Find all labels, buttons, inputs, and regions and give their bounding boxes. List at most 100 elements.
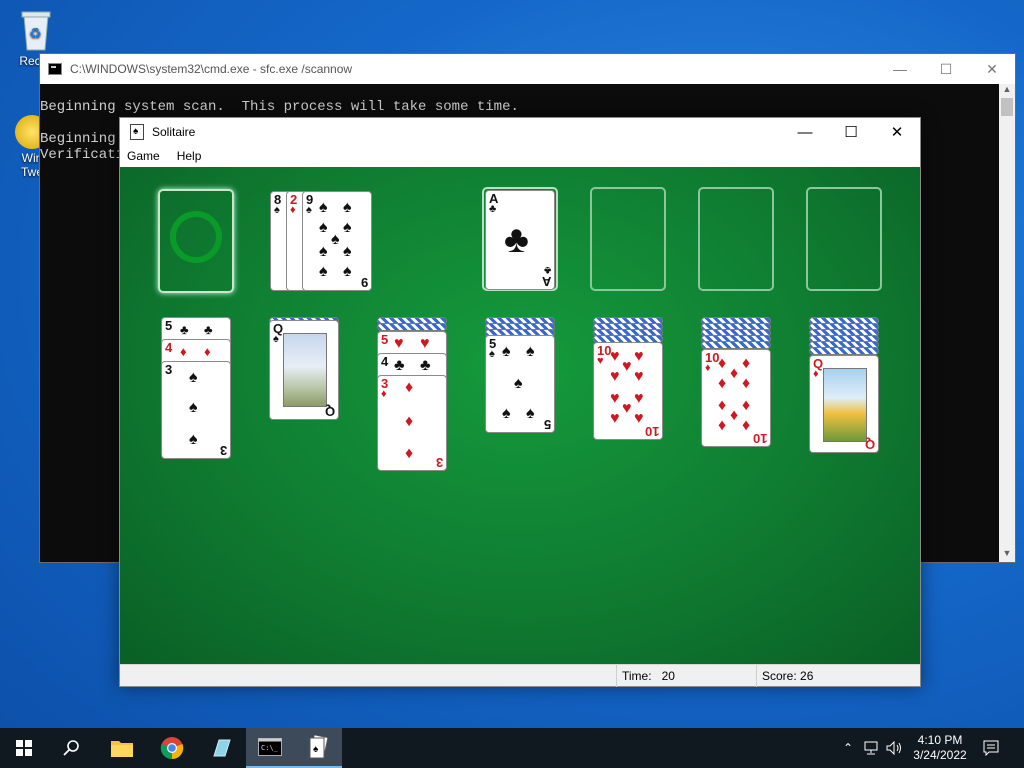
cmd-close-button[interactable]: ✕ xyxy=(969,54,1015,84)
solitaire-cards-icon: ♠ xyxy=(309,735,329,759)
card-rank: 3 xyxy=(165,362,173,377)
card-suit: ♥ xyxy=(597,355,604,367)
tableau-6-card-top[interactable]: 10 ♦ ♦ ♦ ♦ ♦ ♦ ♦ ♦ ♦ ♦ ♦ 10 xyxy=(701,349,771,447)
cmd-line: Beginning system scan. This process will… xyxy=(40,99,519,115)
speaker-icon xyxy=(886,741,901,755)
tableau-7-card-top[interactable]: Q ♦ Q xyxy=(809,355,879,453)
foundation-3[interactable] xyxy=(698,187,774,291)
card-rank-corner: Q xyxy=(324,404,335,419)
waste-card-top[interactable]: 9 ♠ ♠ ♠ ♠ ♠ ♠ ♠ ♠ ♠ ♠ 9 xyxy=(302,191,372,291)
foundation-4[interactable] xyxy=(806,187,882,291)
foundation-2[interactable] xyxy=(590,187,666,291)
game-table[interactable]: 8 ♠ 2 ♦ 9 ♠ ♠ ♠ ♠ ♠ ♠ ♠ ♠ ♠ ♠ 9 A ♣ ♣ A ♣ xyxy=(120,167,920,664)
solitaire-menu-bar: Game Help xyxy=(120,146,920,167)
score-display: Score: 26 xyxy=(756,665,920,687)
tableau-7-facedown xyxy=(809,347,879,355)
card-rank: 4 xyxy=(165,340,173,355)
taskbar: C:\_ ♠ ⌃ 4:10 PM 3/24/2022 xyxy=(0,728,1024,768)
solitaire-titlebar[interactable]: Solitaire — ☐ ✕ xyxy=(120,118,920,146)
time-value: 20 xyxy=(661,669,675,683)
solitaire-window[interactable]: Solitaire — ☐ ✕ Game Help 8 ♠ 2 ♦ 9 ♠ ♠♠… xyxy=(119,117,921,687)
card-rank-corner: 9 xyxy=(360,275,368,290)
start-button[interactable] xyxy=(0,728,48,768)
search-icon xyxy=(63,740,79,756)
tableau-2-card-top[interactable]: Q ♠ Q xyxy=(269,320,339,420)
chrome-button[interactable] xyxy=(148,728,196,768)
tweaker-app-icon xyxy=(213,739,231,757)
foundation-1[interactable]: A ♣ ♣ A ♣ xyxy=(482,187,558,291)
solitaire-app-icon xyxy=(130,124,144,140)
clock-time: 4:10 PM xyxy=(917,733,963,747)
card-suit: ♠ xyxy=(274,204,280,216)
cmd-titlebar[interactable]: C:\WINDOWS\system32\cmd.exe - sfc.exe /s… xyxy=(40,54,1015,84)
card-suit: ♦ xyxy=(290,204,296,216)
card-rank-corner: 3 xyxy=(435,455,443,470)
cmd-maximize-button[interactable]: ☐ xyxy=(923,54,969,84)
menu-game[interactable]: Game xyxy=(127,146,160,167)
queen-of-spades-art xyxy=(283,333,327,407)
cmd-scrollbar[interactable]: ▲ ▼ xyxy=(999,84,1015,562)
recycle-stock-icon xyxy=(170,211,222,263)
clock[interactable]: 4:10 PM 3/24/2022 xyxy=(908,728,972,768)
foundation-card[interactable]: A ♣ ♣ A ♣ xyxy=(485,190,555,290)
folder-icon xyxy=(111,741,133,757)
solitaire-taskbar-button[interactable]: ♠ xyxy=(294,728,342,768)
card-rank-corner: 10 xyxy=(752,431,767,446)
svg-text:C:\_: C:\_ xyxy=(261,744,279,752)
tableau-4-card-top[interactable]: 5 ♠ ♠ ♠ ♠ ♠ ♠ 5 xyxy=(485,335,555,433)
card-rank-corner: A xyxy=(541,274,551,289)
card-suit: ♠ xyxy=(489,348,495,360)
card-suit: ♦ xyxy=(705,362,711,374)
solitaire-maximize-button[interactable]: ☐ xyxy=(828,118,874,146)
card-rank: 5 xyxy=(381,332,389,347)
tweaker-button[interactable] xyxy=(198,728,246,768)
card-suit: ♠ xyxy=(273,333,279,345)
time-display: Time: 20 xyxy=(616,665,756,687)
card-suit: ♣ xyxy=(489,203,497,215)
tableau-5-card-top[interactable]: 10 ♥ ♥ ♥ ♥ ♥ ♥ ♥ ♥ ♥ ♥ ♥ 10 xyxy=(593,342,663,440)
card-suit: ♠ xyxy=(306,204,312,216)
tableau-3-facedown xyxy=(377,323,447,331)
clock-date: 3/24/2022 xyxy=(913,748,967,762)
queen-of-diamonds-art xyxy=(823,368,867,442)
cmd-scroll-thumb[interactable] xyxy=(1001,98,1013,116)
card-rank-corner: 5 xyxy=(543,417,551,432)
card-rank-corner: 3 xyxy=(219,443,227,458)
cmd-app-icon xyxy=(48,63,62,75)
search-button[interactable] xyxy=(48,728,96,768)
card-rank-corner: Q xyxy=(864,437,875,452)
tableau-6-facedown xyxy=(701,341,771,349)
cmd-minimize-button[interactable]: — xyxy=(877,54,923,84)
time-label: Time: xyxy=(622,669,652,683)
scroll-down-icon[interactable]: ▼ xyxy=(999,548,1015,562)
show-hidden-icons-button[interactable]: ⌃ xyxy=(838,728,858,768)
tableau-1-card-top[interactable]: 3 ♠ ♠ ♠ 3 xyxy=(161,361,231,459)
card-suit-corner: ♣ xyxy=(543,264,551,276)
solitaire-minimize-button[interactable]: — xyxy=(782,118,828,146)
solitaire-close-button[interactable]: ✕ xyxy=(874,118,920,146)
action-center-button[interactable] xyxy=(978,728,1004,768)
tableau-3-card-top[interactable]: 3 ♦ ♦ ♦ ♦ 3 xyxy=(377,375,447,471)
scroll-up-icon[interactable]: ▲ xyxy=(999,84,1015,98)
stock-pile[interactable] xyxy=(158,189,234,293)
card-rank: 5 xyxy=(165,318,173,333)
card-suit: ♦ xyxy=(381,388,387,400)
svg-text:♠: ♠ xyxy=(313,744,319,755)
card-rank-corner: 10 xyxy=(644,424,659,439)
chevron-up-icon: ⌃ xyxy=(842,741,854,755)
menu-help[interactable]: Help xyxy=(177,146,202,167)
solitaire-window-title: Solitaire xyxy=(152,125,196,139)
svg-text:♻: ♻ xyxy=(29,25,42,41)
notification-icon xyxy=(983,740,999,756)
cmd-taskbar-button[interactable]: C:\_ xyxy=(246,728,294,768)
cmd-icon: C:\_ xyxy=(258,738,282,756)
cmd-window-title: C:\WINDOWS\system32\cmd.exe - sfc.exe /s… xyxy=(70,62,353,76)
volume-button[interactable] xyxy=(884,728,906,768)
network-button[interactable] xyxy=(862,728,882,768)
network-icon xyxy=(864,741,878,755)
file-explorer-button[interactable] xyxy=(98,728,146,768)
card-suit: ♦ xyxy=(813,368,819,380)
chrome-icon xyxy=(160,737,184,760)
status-bar: Time: 20 Score: 26 xyxy=(120,664,920,687)
windows-logo-icon xyxy=(16,740,32,756)
